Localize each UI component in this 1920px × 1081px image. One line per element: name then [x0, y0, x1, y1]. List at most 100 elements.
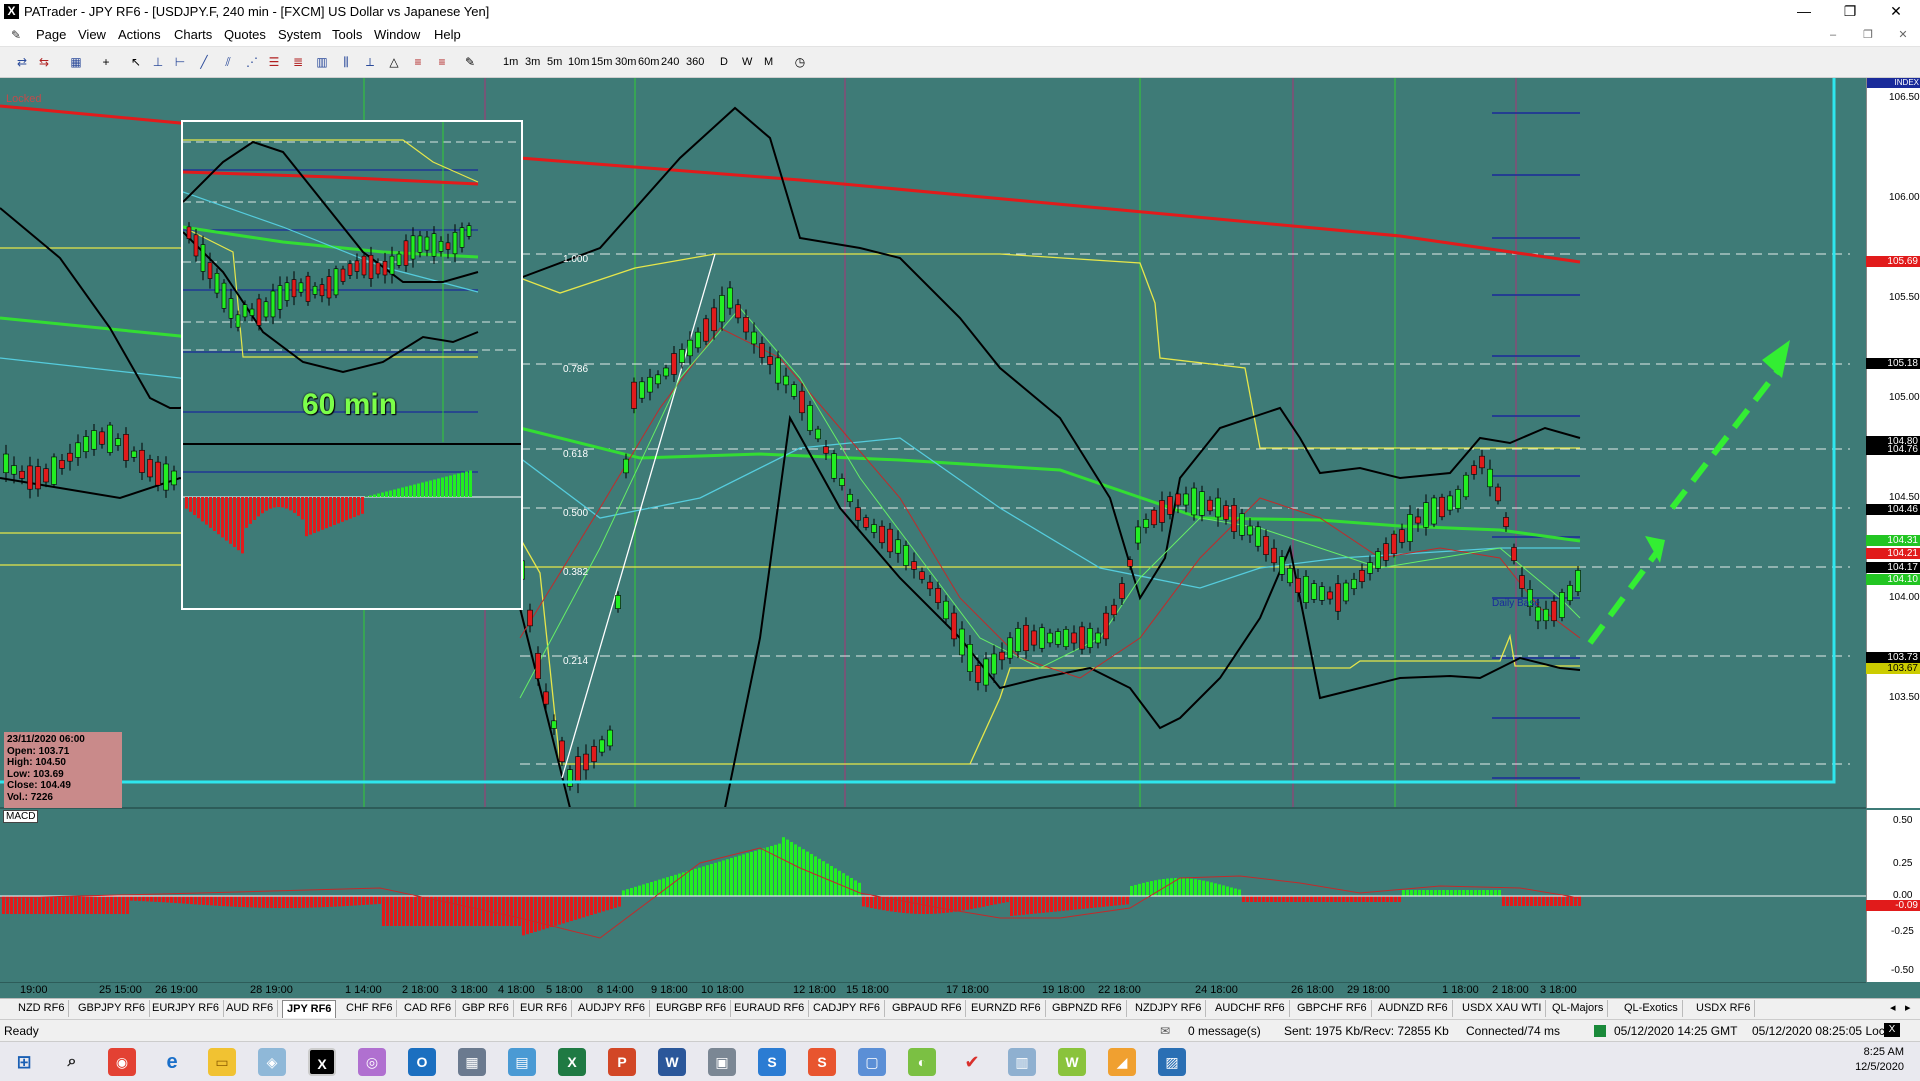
edge-icon[interactable]: e [158, 1048, 186, 1076]
clock-icon[interactable]: ◷ [792, 54, 808, 70]
gann-icon[interactable]: ▥ [314, 54, 330, 70]
search-icon[interactable]: ⌕ [58, 1048, 86, 1076]
menu-help[interactable]: Help [434, 27, 461, 42]
mdi-close-button[interactable]: ✕ [1890, 27, 1916, 43]
app-icon-photo[interactable]: ▨ [1158, 1048, 1186, 1076]
tab-gbpchf-rf6[interactable]: GBPCHF RF6 [1293, 1000, 1372, 1017]
calculator-icon[interactable]: ▦ [458, 1048, 486, 1076]
patrader-icon[interactable]: X [308, 1048, 336, 1076]
vline-icon[interactable]: ⊢ [172, 54, 188, 70]
unlink-icon[interactable]: ⇆ [36, 54, 52, 70]
powerpoint-icon[interactable]: P [608, 1048, 636, 1076]
excel-icon[interactable]: X [558, 1048, 586, 1076]
tf-60m[interactable]: 60m [638, 54, 659, 70]
app-icon-grey[interactable]: ▣ [708, 1048, 736, 1076]
app-icon-window[interactable]: ▢ [858, 1048, 886, 1076]
tab-eurnzd-rf6[interactable]: EURNZD RF6 [967, 1000, 1046, 1017]
chart-icon[interactable]: ▦ [68, 54, 84, 70]
tab-audnzd-rf6[interactable]: AUDNZD RF6 [1374, 1000, 1453, 1017]
tf-3m[interactable]: 3m [525, 54, 540, 70]
tf-15m[interactable]: 15m [591, 54, 612, 70]
tab-scroll-right-icon[interactable]: ▸ [1905, 1001, 1911, 1014]
draw-icon[interactable]: ✎ [462, 54, 478, 70]
cycle-lines-icon[interactable]: ⫼ [338, 54, 354, 70]
restore-button[interactable]: ❐ [1828, 0, 1872, 24]
menu-system[interactable]: System [278, 27, 321, 42]
fib-retracement-icon[interactable]: ☰ [266, 54, 282, 70]
pitchfork-icon[interactable]: ⟂ [362, 54, 378, 70]
tf-m[interactable]: M [764, 54, 773, 70]
menu-charts[interactable]: Charts [174, 27, 212, 42]
link-icon[interactable]: ⇄ [14, 54, 30, 70]
tab-ql-majors[interactable]: QL-Majors [1548, 1000, 1609, 1017]
tab-nzdjpy-rf6[interactable]: NZDJPY RF6 [1131, 1000, 1207, 1017]
app-icon-purple[interactable]: ◎ [358, 1048, 386, 1076]
tab-audchf-rf6[interactable]: AUDCHF RF6 [1211, 1000, 1290, 1017]
app-icon-blue[interactable]: ▤ [508, 1048, 536, 1076]
tab-scroll-left-icon[interactable]: ◂ [1890, 1001, 1896, 1014]
tab-usdx-xau-wti[interactable]: USDX XAU WTI [1458, 1000, 1547, 1017]
tab-cadjpy-rf6[interactable]: CADJPY RF6 [809, 1000, 886, 1017]
mdi-restore-button[interactable]: ❐ [1855, 27, 1881, 43]
taskbar-clock[interactable]: 8:25 AM 12/5/2020 [1855, 1045, 1904, 1075]
tab-audjpy-rf6[interactable]: AUDJPY RF6 [574, 1000, 651, 1017]
menu-actions[interactable]: Actions [118, 27, 161, 42]
tf-1m[interactable]: 1m [503, 54, 518, 70]
tab-aud-rf6[interactable]: AUD RF6 [222, 1000, 279, 1017]
windows-start-icon[interactable]: ⊞ [10, 1048, 38, 1076]
crosshair-icon[interactable]: + [98, 54, 114, 70]
channel-icon[interactable]: ⫽ [220, 54, 236, 70]
menu-page[interactable]: Page [36, 27, 66, 42]
chrome-icon[interactable]: ◉ [108, 1048, 136, 1076]
tab-gbpjpy-rf6[interactable]: GBPJPY RF6 [74, 1000, 151, 1017]
tab-ql-exotics[interactable]: QL-Exotics [1620, 1000, 1683, 1017]
inset-60min-chart[interactable] [181, 120, 523, 610]
tab-eur-rf6[interactable]: EUR RF6 [516, 1000, 573, 1017]
envelope-icon[interactable]: ✉ [1160, 1024, 1170, 1038]
tab-gbpaud-rf6[interactable]: GBPAUD RF6 [888, 1000, 967, 1017]
app-icon-orange[interactable]: ◢ [1108, 1048, 1136, 1076]
mdi-minimize-button[interactable]: – [1820, 27, 1846, 43]
file-explorer-icon[interactable]: ▭ [208, 1048, 236, 1076]
pointer-icon[interactable]: ↖ [128, 54, 144, 70]
tf-5m[interactable]: 5m [547, 54, 562, 70]
tab-eurjpy-rf6[interactable]: EURJPY RF6 [148, 1000, 225, 1017]
menu-view[interactable]: View [78, 27, 106, 42]
tab-gbp-rf6[interactable]: GBP RF6 [458, 1000, 514, 1017]
chart-menu-icon[interactable]: ✎ [8, 27, 24, 43]
app-icon-generic[interactable]: ◈ [258, 1048, 286, 1076]
text-tool-icon[interactable]: ≡ [410, 54, 426, 70]
tab-chf-rf6[interactable]: CHF RF6 [342, 1000, 398, 1017]
app-icon-w[interactable]: W [1058, 1048, 1086, 1076]
tab-euraud-rf6[interactable]: EURAUD RF6 [730, 1000, 810, 1017]
arrow-tool-icon[interactable]: ≡ [434, 54, 450, 70]
close-button[interactable]: ✕ [1874, 0, 1918, 24]
fib-fan-icon[interactable]: ⋰ [244, 54, 260, 70]
tf-10m[interactable]: 10m [568, 54, 589, 70]
menu-tools[interactable]: Tools [332, 27, 362, 42]
fib-extension-icon[interactable]: ≣ [290, 54, 306, 70]
app-icon-s-blue[interactable]: S [758, 1048, 786, 1076]
tf-360[interactable]: 360 [686, 54, 704, 70]
menu-window[interactable]: Window [374, 27, 420, 42]
tab-jpy-rf6[interactable]: JPY RF6 [282, 1000, 337, 1018]
app-icon-light[interactable]: ▥ [1008, 1048, 1036, 1076]
word-icon[interactable]: W [658, 1048, 686, 1076]
tf-240[interactable]: 240 [661, 54, 679, 70]
minimize-button[interactable]: — [1782, 0, 1826, 24]
hline-icon[interactable]: ⊥ [150, 54, 166, 70]
triangle-icon[interactable]: △ [386, 54, 402, 70]
app-icon-green[interactable]: ◐ [908, 1048, 936, 1076]
tf-d[interactable]: D [720, 54, 728, 70]
tf-w[interactable]: W [742, 54, 752, 70]
app-icon-s-orange[interactable]: S [808, 1048, 836, 1076]
tab-eurgbp-rf6[interactable]: EURGBP RF6 [652, 1000, 732, 1017]
tab-cad-rf6[interactable]: CAD RF6 [400, 1000, 457, 1017]
tab-nzd-rf6[interactable]: NZD RF6 [14, 1000, 70, 1017]
menu-quotes[interactable]: Quotes [224, 27, 266, 42]
tab-gbpnzd-rf6[interactable]: GBPNZD RF6 [1048, 1000, 1127, 1017]
tf-30m[interactable]: 30m [615, 54, 636, 70]
outlook-icon[interactable]: O [408, 1048, 436, 1076]
tab-usdx-rf6[interactable]: USDX RF6 [1692, 1000, 1756, 1017]
trendline-icon[interactable]: ╱ [196, 54, 212, 70]
